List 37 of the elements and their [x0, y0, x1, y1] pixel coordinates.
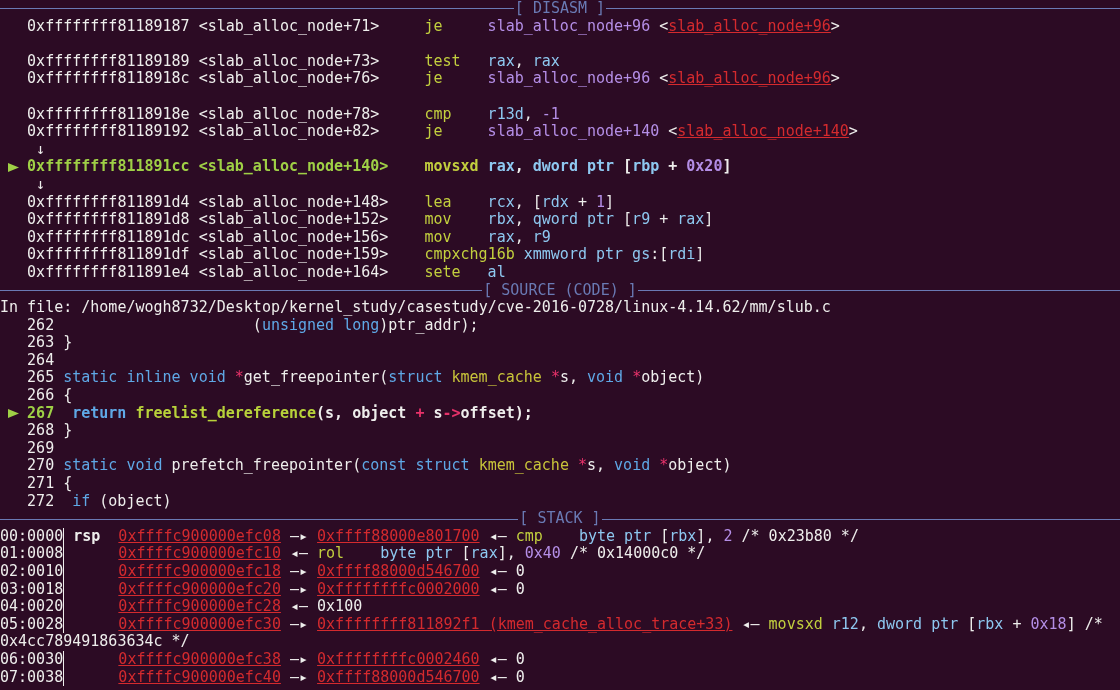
file-path-text: In file: /home/wogh8732/Desktop/kernel_study/casestudy/cve-2016-0728/linux-4.14.62/mm/slub.c — [0, 299, 831, 317]
source-line: 271 { — [27, 475, 73, 493]
disassembly-line: 0xffffffff81189189 <slab_alloc_node+73> test rax, rax — [27, 52, 560, 71]
stack-line: 04:0020 0xffffc900000efc28 ◂— 0x100 — [0, 598, 363, 616]
disassembly-line: 0xffffffff811891e4 <slab_alloc_node+164> sete al — [27, 263, 506, 282]
source-line: 265 static inline void *get_freepointer(struct kmem_cache *s, void *object) — [27, 369, 705, 388]
source-line: 266 { — [27, 387, 73, 405]
source-line: 263 } — [27, 334, 73, 352]
disassembly-line: 0xffffffff811891d4 <slab_alloc_node+148> lea rcx, [rdx + 1] — [27, 193, 615, 212]
disassembly-line: 0xffffffff81189192 <slab_alloc_node+82> je slab_alloc_node+140 <slab_alloc_node+140> — [27, 123, 858, 141]
disassembly-line: 0xffffffff811891df <slab_alloc_node+159> cmpxchg16b xmmword ptr gs:[rdi] — [27, 246, 705, 264]
source-line: 270 static void prefetch_freepointer(const struct kmem_cache *s, void *object) — [27, 457, 732, 476]
disassembly-line: 0xffffffff81189187 <slab_alloc_node+71> je slab_alloc_node+96 <slab_alloc_node+96> — [27, 17, 840, 36]
stack-line: 07:0038 0xffffc900000efc40 —▸ 0xffff88000d546700 ◂— 0 — [0, 668, 525, 687]
disassembly-line: 0xffffffff811891d8 <slab_alloc_node+152> mov rbx, qword ptr [r9 + rax] — [27, 211, 714, 229]
stack-line: 01:0008 0xffffc900000efc10 ◂— rol byte ptr [rax], 0x40 /* 0x14000c0 */ — [0, 545, 706, 563]
stack-line: 00:0000 rsp 0xffffc900000efc08 —▸ 0xffff88000e801700 ◂— cmp byte ptr [rbx], 2 /* 0x23b80 */ — [0, 527, 859, 546]
stack-line: 0x4cc789491863634c */ — [0, 633, 190, 651]
disassembly-line: 0xffffffff811891cc <slab_alloc_node+140> movsxd rax, dword ptr [rbp + 0x20] — [27, 158, 732, 176]
source-line: 268 } — [27, 422, 73, 440]
section-title: [ DISASM ] — [513, 0, 607, 18]
section-title: [ SOURCE (CODE) ] — [482, 281, 638, 300]
stack-line: 03:0018 0xffffc900000efc20 —▸ 0xffffffffc0002000 ◂— 0 — [0, 580, 525, 599]
disassembly-line: 0xffffffff811891dc <slab_alloc_node+156> mov rax, r9 — [27, 228, 551, 247]
stack-line: 02:0010 0xffffc900000efc18 —▸ 0xffff88000d546700 ◂— 0 — [0, 563, 525, 581]
source-line: 269 — [27, 439, 56, 458]
source-line: 267 return freelist_dereference(s, object + s->offset); — [27, 404, 533, 423]
stack-line: 06:0030 0xffffc900000efc38 —▸ 0xffffffffc0002460 ◂— 0 — [0, 650, 525, 669]
jump-arrow: ↓ — [35, 175, 46, 194]
source-line: 264 — [27, 351, 56, 370]
jump-arrow: ↓ — [35, 140, 46, 159]
disassembly-line: 0xffffffff8118918e <slab_alloc_node+78> cmp r13d, -1 — [27, 105, 560, 124]
stack-line: 05:0028 0xffffc900000efc30 —▸ 0xffffffff811892f1 (kmem_cache_alloc_trace+33) ◂— movsxd r12, dword ptr [rbx + 0x18] /* — [0, 615, 1103, 634]
disassembly-line: 0xffffffff8118918c <slab_alloc_node+76> je slab_alloc_node+96 <slab_alloc_node+96> — [27, 70, 840, 88]
source-line: 262 (unsigned long)ptr_addr); — [27, 316, 479, 335]
source-line: 272 if (object) — [27, 492, 172, 511]
section-title: [ STACK ] — [518, 510, 602, 528]
